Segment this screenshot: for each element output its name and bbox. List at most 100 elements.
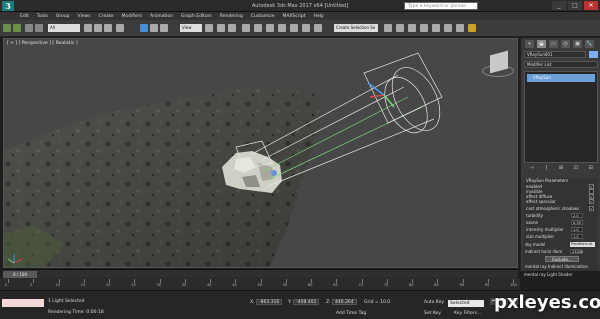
menu-tools[interactable]: Tools	[37, 14, 48, 19]
menu-views[interactable]: Views	[78, 14, 91, 19]
trackbar[interactable]: 0 5 10 15 20 25 30 35 40 45 50 55 60 65 70 75 80 85 90 95 10…	[0, 278, 520, 290]
align-icon[interactable]	[314, 24, 322, 32]
indirect-horiz-illum-spinner[interactable]: 25000	[570, 249, 583, 254]
tab-modify[interactable]: ◒	[537, 40, 546, 48]
rollout-mental-ray-light-shader[interactable]: mental ray Light Shader	[524, 271, 598, 278]
tab-motion[interactable]: ◷	[561, 40, 570, 48]
size-multiplier-spinner[interactable]: 1.0	[571, 234, 583, 239]
menu-graph-editors[interactable]: Graph Editors	[181, 14, 212, 19]
menu-group[interactable]: Group	[56, 14, 70, 19]
configure-sets-icon[interactable]: ⊟	[588, 165, 594, 171]
cast-atmospheric-shadows-checkbox[interactable]: ✓	[589, 206, 594, 211]
scale-icon[interactable]	[160, 24, 168, 32]
show-end-result-icon[interactable]: |	[543, 165, 549, 171]
select-manipulate-icon[interactable]	[217, 24, 225, 32]
auto-key-button[interactable]: Auto Key	[424, 300, 444, 305]
render-setup-icon[interactable]	[444, 24, 452, 32]
sky-model-dropdown[interactable]: Preetham et al.	[570, 242, 595, 251]
tab-create[interactable]: +	[525, 40, 534, 48]
edit-named-sets-icon[interactable]	[290, 24, 298, 32]
menu-help[interactable]: Help	[314, 14, 324, 19]
render-icon[interactable]	[468, 24, 476, 32]
unlink-icon[interactable]	[35, 24, 43, 32]
param-cast-atmospheric-shadows: cast atmospheric shadows ✓	[526, 205, 598, 212]
rect-selection-icon[interactable]	[104, 24, 112, 32]
select-object-icon[interactable]	[84, 24, 92, 32]
y-field[interactable]: -408.402	[293, 299, 320, 305]
rotate-icon[interactable]	[150, 24, 158, 32]
mirror-icon[interactable]	[302, 24, 310, 32]
move-icon[interactable]	[140, 24, 148, 32]
menu-modifiers[interactable]: Modifiers	[122, 14, 143, 19]
key-mode-dropdown[interactable]: Selected	[448, 300, 484, 307]
param-intensity-multiplier: intensity multiplier 1.0	[526, 226, 598, 233]
material-editor-icon[interactable]	[432, 24, 440, 32]
perspective-viewport[interactable]: [ + ] [ Perspective ] [ Realistic ]	[3, 38, 518, 268]
menu-create[interactable]: Create	[99, 14, 114, 19]
tab-display[interactable]: ▣	[573, 40, 582, 48]
reference-coord-dropdown[interactable]: View	[180, 24, 202, 32]
snap-3d-icon[interactable]	[242, 24, 250, 32]
ozone-spinner[interactable]: 0.35	[571, 220, 583, 225]
x-field[interactable]: -863.316	[256, 299, 283, 305]
make-unique-icon[interactable]: ⊞	[558, 165, 564, 171]
pin-stack-icon[interactable]: ⊣	[528, 165, 534, 171]
time-slider-thumb[interactable]: 0 / 100	[3, 271, 37, 278]
rendered-frame-icon[interactable]	[456, 24, 464, 32]
add-time-tag[interactable]: Add Time Tag	[336, 311, 366, 316]
named-selection-dropdown[interactable]: Create Selection Se	[334, 24, 378, 32]
param-turbidity: turbidity 2.0	[526, 212, 598, 219]
trackbar-tick	[33, 279, 35, 283]
window-crossing-icon[interactable]	[116, 24, 124, 32]
param-ozone: ozone 0.35	[526, 219, 598, 226]
select-by-name-icon[interactable]	[94, 24, 102, 32]
trackbar-tick-label: 70	[358, 283, 363, 287]
remove-modifier-icon[interactable]: ⊡	[573, 165, 579, 171]
schematic-view-icon[interactable]	[420, 24, 428, 32]
angle-snap-icon[interactable]	[254, 24, 262, 32]
trackbar-tick-label: 80	[409, 283, 414, 287]
modifier-list-dropdown[interactable]: Modifier List	[524, 61, 598, 68]
trackbar-tick-label: 30	[156, 283, 161, 287]
turbidity-spinner[interactable]: 2.0	[571, 213, 583, 218]
grid-info: Grid = 10.0	[364, 300, 391, 305]
object-color-swatch[interactable]	[589, 51, 598, 58]
trackbar-tick-label: 75	[383, 283, 389, 287]
maxscript-listener[interactable]	[2, 299, 44, 307]
menu-maxscript[interactable]: MAXScript	[283, 14, 306, 19]
stack-item-vraysun[interactable]: VRaySun	[527, 74, 595, 82]
minimize-button[interactable]: _	[552, 1, 566, 10]
viewport-label[interactable]: [ + ] [ Perspective ] [ Realistic ]	[7, 41, 78, 46]
keyboard-shortcut-icon[interactable]	[228, 24, 236, 32]
link-icon[interactable]	[25, 24, 33, 32]
key-filters-button[interactable]: Key Filters...	[454, 311, 481, 316]
object-name-field[interactable]: VRaySun001	[524, 51, 586, 58]
tab-utilities[interactable]: 🔧	[585, 40, 594, 48]
percent-snap-icon[interactable]	[266, 24, 274, 32]
close-button[interactable]: ✕	[584, 1, 598, 10]
rollout-mental-ray-indirect[interactable]: mental ray Indirect Illumination	[525, 263, 597, 270]
selection-filter-dropdown[interactable]: All	[48, 24, 80, 32]
tab-hierarchy[interactable]: ▭	[549, 40, 558, 48]
z-field[interactable]: 446.264	[332, 299, 357, 305]
x-coordinate: X: -863.316	[250, 299, 283, 305]
menu-customize[interactable]: Customize	[251, 14, 275, 19]
intensity-multiplier-spinner[interactable]: 1.0	[571, 227, 583, 232]
exclude-button[interactable]: Exclude...	[545, 256, 579, 262]
set-key-button[interactable]: Set Key	[424, 311, 441, 316]
ribbon-icon[interactable]	[396, 24, 404, 32]
undo-icon[interactable]	[3, 24, 11, 32]
spinner-snap-icon[interactable]	[278, 24, 286, 32]
layer-manager-icon[interactable]	[384, 24, 392, 32]
maximize-button[interactable]: □	[568, 1, 582, 10]
menu-rendering[interactable]: Rendering	[220, 14, 243, 19]
pivot-icon[interactable]	[205, 24, 213, 32]
menu-edit[interactable]: Edit	[20, 14, 29, 19]
trackbar-tick-label: 95	[484, 283, 490, 287]
curve-editor-icon[interactable]	[408, 24, 416, 32]
menu-animation[interactable]: Animation	[150, 14, 173, 19]
redo-icon[interactable]	[13, 24, 21, 32]
affect-specular-checkbox[interactable]: ✓	[589, 199, 594, 204]
search-input[interactable]: Type a keyword or phrase	[404, 2, 478, 10]
time-slider[interactable]: 0 / 100	[3, 269, 518, 278]
